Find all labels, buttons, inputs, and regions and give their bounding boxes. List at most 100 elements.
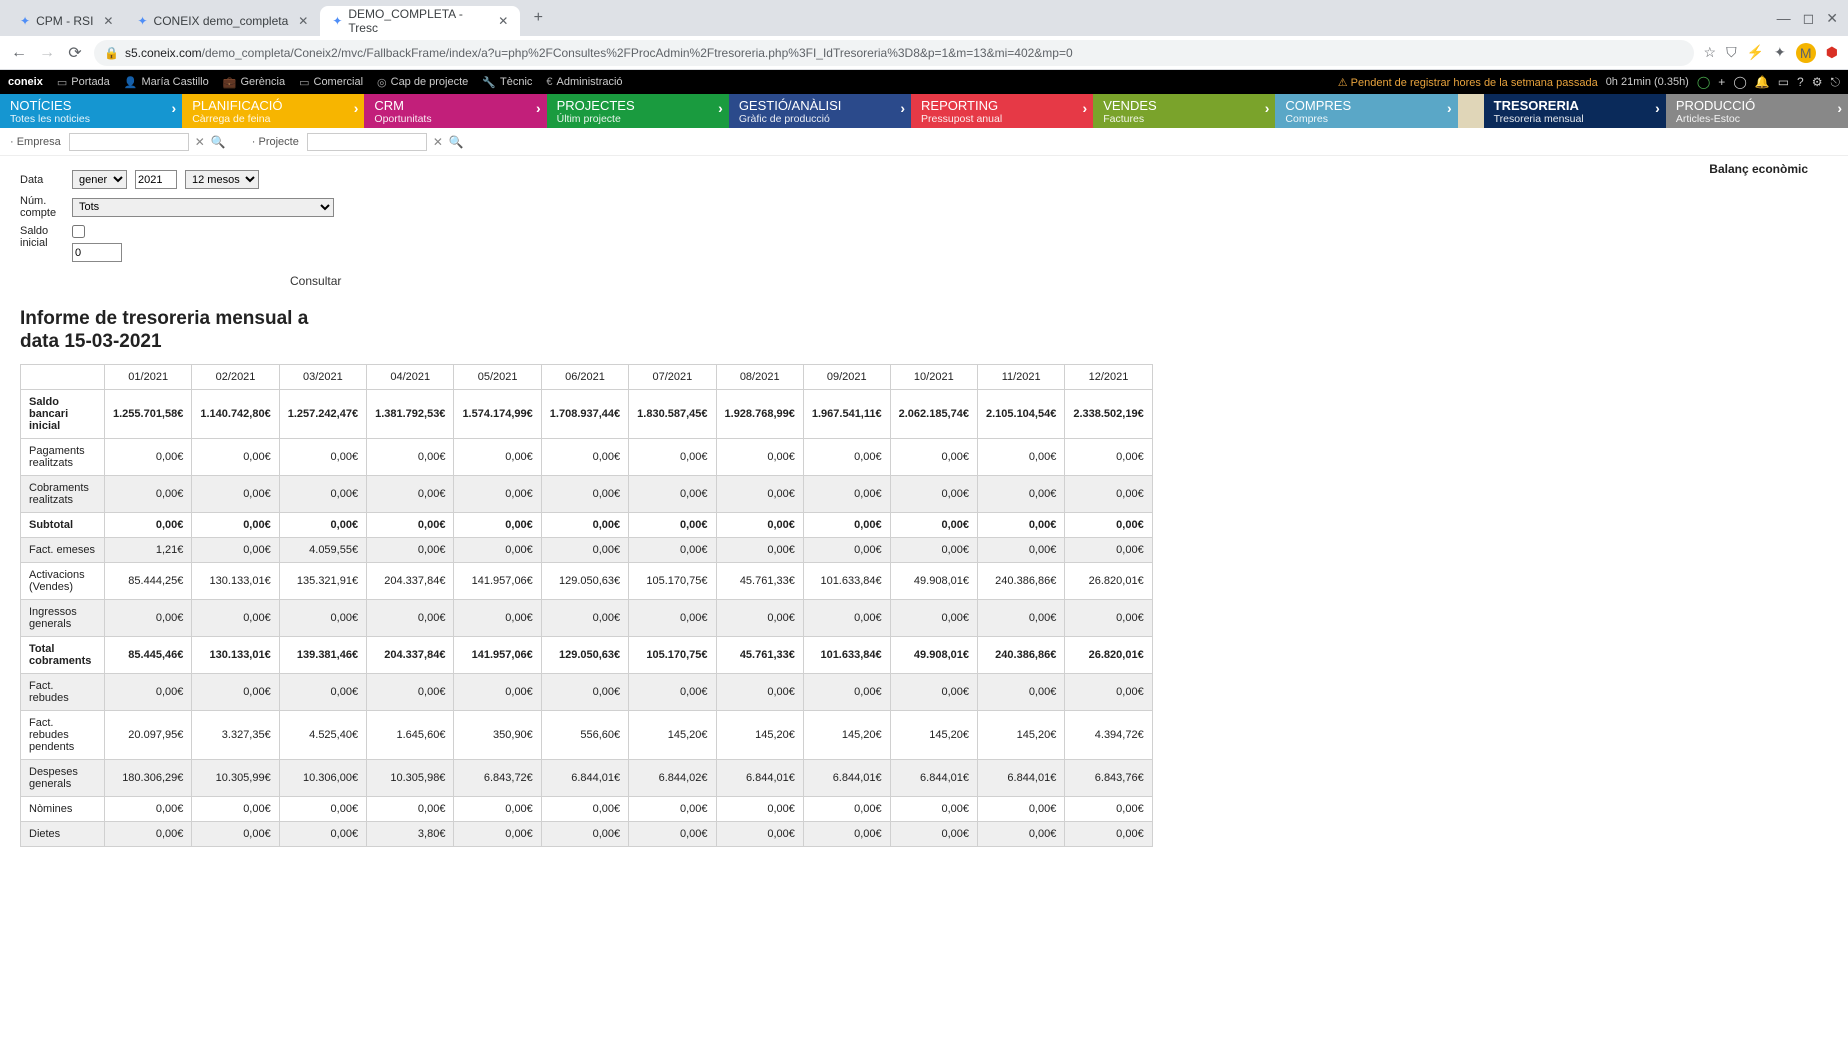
cell-value: 0,00€	[716, 475, 803, 512]
chevron-right-icon: ›	[1447, 100, 1452, 116]
logout-icon[interactable]: ⎋	[1831, 75, 1841, 90]
menu-user[interactable]: 👤María Castillo	[124, 76, 209, 89]
box-icon[interactable]: ▭	[1778, 75, 1789, 89]
menu-cap-projecte[interactable]: ◎Cap de projecte	[377, 76, 468, 89]
cell-value: 0,00€	[629, 537, 716, 562]
menu-portada[interactable]: ▭Portada	[57, 76, 110, 89]
back-icon[interactable]: ←	[10, 44, 28, 62]
module-tresoreria[interactable]: TRESORERIATresoreria mensual›	[1484, 94, 1666, 128]
help-icon[interactable]: ?	[1797, 75, 1804, 89]
record-icon[interactable]: ◯	[1697, 75, 1710, 89]
cell-value: 0,00€	[890, 821, 977, 846]
cell-value: 0,00€	[367, 438, 454, 475]
projecte-input[interactable]	[307, 133, 427, 151]
cell-value: 0,00€	[192, 796, 279, 821]
balance-economic-link[interactable]: Balanç econòmic	[1709, 162, 1808, 176]
browser-tab[interactable]: ✦CONEIX demo_completa✕	[125, 6, 320, 36]
module-title: GESTIÓ/ANÀLISI	[739, 99, 901, 113]
extensions-icon[interactable]: ✦	[1774, 44, 1786, 61]
cell-value: 45.761,33€	[716, 636, 803, 673]
browser-tab[interactable]: ✦DEMO_COMPLETA - Tresc✕	[320, 6, 520, 36]
clear-empresa-icon[interactable]: ✕	[195, 135, 205, 149]
search-projecte-icon[interactable]: 🔍	[449, 135, 464, 149]
year-input[interactable]	[135, 170, 177, 189]
module-noticies[interactable]: NOTÍCIESTotes les noticies›	[0, 94, 182, 128]
cell-value: 1.645,60€	[367, 710, 454, 759]
cell-value: 0,00€	[629, 438, 716, 475]
menu-administracio[interactable]: €Administració	[546, 76, 622, 88]
clear-projecte-icon[interactable]: ✕	[433, 135, 443, 149]
module-produccio[interactable]: PRODUCCIÓArticles-Estoc›	[1666, 94, 1848, 128]
saldo-checkbox[interactable]	[72, 225, 85, 238]
minimize-icon[interactable]: —	[1777, 10, 1791, 27]
search-empresa-icon[interactable]: 🔍	[211, 135, 226, 149]
table-row: Fact. rebudes pendents20.097,95€3.327,35…	[21, 710, 1153, 759]
module-reporting[interactable]: REPORTINGPressupost anual›	[911, 94, 1093, 128]
close-tab-icon[interactable]: ✕	[103, 14, 113, 28]
module-subtitle: Pressupost anual	[921, 113, 1083, 125]
close-tab-icon[interactable]: ✕	[298, 14, 308, 28]
cell-value: 0,00€	[803, 512, 890, 537]
month-select[interactable]: gener	[72, 170, 127, 189]
brand-logo[interactable]: coneix	[8, 76, 43, 88]
chevron-right-icon: ›	[900, 100, 905, 116]
cell-value: 1.574.174,99€	[454, 389, 541, 438]
new-tab-button[interactable]: +	[524, 4, 552, 32]
cell-value: 0,00€	[890, 438, 977, 475]
module-gestio[interactable]: GESTIÓ/ANÀLISIGràfic de producció›	[729, 94, 911, 128]
module-planificacio[interactable]: PLANIFICACIÓCàrrega de feina›	[182, 94, 364, 128]
module-tab-spacer[interactable]	[1458, 94, 1484, 128]
warning-message[interactable]: ⚠ Pendent de registrar hores de la setma…	[1338, 76, 1598, 89]
module-crm[interactable]: CRMOportunitats›	[364, 94, 546, 128]
adblock-icon[interactable]: ⬢	[1826, 44, 1838, 61]
maximize-icon[interactable]: ◻	[1803, 10, 1815, 27]
browser-tab[interactable]: ✦CPM - RSI✕	[8, 6, 125, 36]
module-title: VENDES	[1103, 99, 1265, 113]
module-projectes[interactable]: PROJECTESÚltim projecte›	[547, 94, 729, 128]
close-window-icon[interactable]: ✕	[1826, 10, 1838, 27]
cell-value: 0,00€	[454, 673, 541, 710]
row-label: Cobraments realitzats	[21, 475, 105, 512]
star-icon[interactable]: ☆	[1704, 44, 1717, 61]
cell-value: 204.337,84€	[367, 562, 454, 599]
table-row: Nòmines0,00€0,00€0,00€0,00€0,00€0,00€0,0…	[21, 796, 1153, 821]
reload-icon[interactable]: ⟳	[66, 43, 84, 63]
cell-value: 180.306,29€	[105, 759, 192, 796]
form-row-compte: Núm. compte Tots	[20, 195, 1828, 219]
consultar-button[interactable]: Consultar	[290, 274, 341, 288]
close-tab-icon[interactable]: ✕	[498, 14, 508, 28]
bolt-icon[interactable]: ⚡	[1747, 44, 1764, 61]
cell-value: 0,00€	[629, 821, 716, 846]
empresa-input[interactable]	[69, 133, 189, 151]
form-row-data: Data gener 12 mesos	[20, 170, 1828, 189]
add-icon[interactable]: +	[1718, 75, 1725, 89]
menu-tecnic[interactable]: 🔧Tècnic	[482, 76, 532, 89]
module-vendes[interactable]: VENDESFactures›	[1093, 94, 1275, 128]
module-subtitle: Oportunitats	[374, 113, 536, 125]
cell-value: 0,00€	[541, 673, 628, 710]
url-field[interactable]: 🔒 s5.coneix.com/demo_completa/Coneix2/mv…	[94, 40, 1694, 66]
menu-comercial[interactable]: ▭Comercial	[299, 76, 363, 89]
saldo-input[interactable]	[72, 243, 122, 262]
cell-value: 0,00€	[629, 512, 716, 537]
profile-avatar-icon[interactable]: M	[1796, 43, 1816, 63]
cell-value: 0,00€	[629, 796, 716, 821]
report-title: Informe de tresoreria mensual a data 15-…	[20, 308, 340, 354]
module-subtitle: Gràfic de producció	[739, 113, 901, 125]
num-compte-select[interactable]: Tots	[72, 198, 334, 217]
cell-value: 0,00€	[279, 475, 366, 512]
project-filter-bar: · Empresa ✕ 🔍 · Projecte ✕ 🔍	[0, 128, 1848, 156]
module-title: NOTÍCIES	[10, 99, 172, 113]
tab-title: DEMO_COMPLETA - Tresc	[348, 7, 488, 35]
bell-icon[interactable]: 🔔	[1755, 75, 1770, 89]
module-compres[interactable]: COMPRESCompres›	[1275, 94, 1457, 128]
shield-icon[interactable]: ⛉	[1726, 44, 1737, 61]
gear-icon[interactable]: ⚙	[1812, 75, 1823, 89]
home-icon: ▭	[57, 76, 67, 89]
menu-gerencia[interactable]: 💼Gerència	[223, 76, 285, 89]
cell-value: 0,00€	[279, 599, 366, 636]
range-select[interactable]: 12 mesos	[185, 170, 259, 189]
cell-value: 0,00€	[1065, 599, 1152, 636]
circle-icon[interactable]: ◯	[1733, 75, 1746, 89]
forward-icon[interactable]: →	[38, 44, 56, 62]
